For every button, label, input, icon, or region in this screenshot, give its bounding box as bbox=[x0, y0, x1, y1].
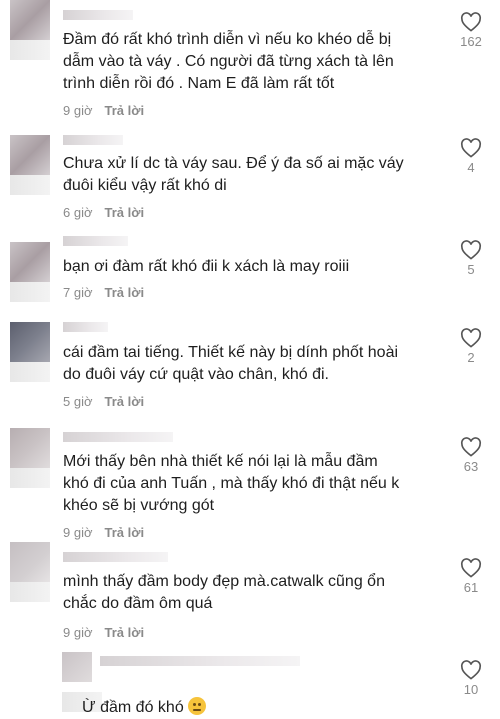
heart-icon bbox=[460, 240, 482, 260]
like-count: 63 bbox=[463, 459, 479, 474]
comment-text: Mới thấy bên nhà thiết kế nói lại là mẫu… bbox=[63, 453, 400, 514]
username-blurred[interactable] bbox=[63, 236, 128, 246]
comment-meta: 9 giờ Trả lời bbox=[63, 525, 144, 540]
like-button[interactable]: 2 bbox=[456, 328, 486, 365]
username-blurred[interactable] bbox=[63, 432, 173, 442]
username-blurred[interactable] bbox=[63, 10, 133, 20]
comment-meta: 9 giờ Trả lời bbox=[63, 625, 144, 640]
username-blurred[interactable] bbox=[63, 322, 108, 332]
comment-text: cái đầm tai tiếng. Thiết kế này bị dính … bbox=[63, 344, 399, 383]
reply-button[interactable]: Trả lời bbox=[105, 103, 145, 118]
comment-text: mình thấy đầm body đẹp mà.catwalk cũng ổ… bbox=[63, 573, 385, 612]
reply-button[interactable]: Trả lời bbox=[105, 285, 145, 300]
like-count: 5 bbox=[467, 262, 475, 277]
heart-icon bbox=[460, 328, 482, 348]
comment-meta: 9 giờ Trả lời bbox=[63, 103, 144, 118]
username-blurred[interactable] bbox=[63, 552, 168, 562]
heart-icon bbox=[460, 437, 482, 457]
heart-icon bbox=[460, 12, 482, 32]
like-button[interactable]: 4 bbox=[456, 138, 486, 175]
reply-button[interactable]: Trả lời bbox=[105, 205, 145, 220]
comment-text: bạn ơi đàm rất khó đii k xách là may roi… bbox=[63, 258, 350, 275]
reply-button[interactable]: Trả lời bbox=[105, 625, 145, 640]
reply-text: Ừ đầm đó khó bbox=[82, 699, 184, 716]
avatar[interactable] bbox=[10, 242, 50, 302]
comment-text: Chưa xử lí dc tà váy sau. Để ý đa số ai … bbox=[63, 155, 404, 194]
like-count: 4 bbox=[467, 160, 475, 175]
like-button[interactable]: 63 bbox=[456, 437, 486, 474]
comment-time: 9 giờ bbox=[63, 625, 93, 640]
comment-meta: 7 giờ Trả lời bbox=[63, 285, 144, 300]
username-blurred[interactable] bbox=[63, 135, 123, 145]
heart-icon bbox=[460, 660, 482, 680]
reply-button[interactable]: Trả lời bbox=[105, 394, 145, 409]
heart-icon bbox=[460, 558, 482, 578]
avatar[interactable] bbox=[10, 428, 50, 488]
like-count: 10 bbox=[463, 682, 479, 697]
avatar[interactable] bbox=[10, 322, 50, 382]
avatar[interactable] bbox=[10, 542, 50, 602]
reply-button[interactable]: Trả lời bbox=[105, 525, 145, 540]
avatar[interactable] bbox=[10, 0, 50, 60]
like-count: 2 bbox=[467, 350, 475, 365]
comment-time: 6 giờ bbox=[63, 205, 93, 220]
username-blurred[interactable] bbox=[100, 656, 300, 666]
heart-icon bbox=[460, 138, 482, 158]
like-button[interactable]: 61 bbox=[456, 558, 486, 595]
comment-time: 7 giờ bbox=[63, 285, 93, 300]
like-button[interactable]: 5 bbox=[456, 240, 486, 277]
comment-meta: 5 giờ Trả lời bbox=[63, 394, 144, 409]
avatar[interactable] bbox=[10, 135, 50, 195]
comment-meta: 6 giờ Trả lời bbox=[63, 205, 144, 220]
comment-time: 9 giờ bbox=[63, 525, 93, 540]
like-count: 61 bbox=[463, 580, 479, 595]
comment-time: 9 giờ bbox=[63, 103, 93, 118]
like-button[interactable]: 10 bbox=[456, 660, 486, 697]
comment-time: 5 giờ bbox=[63, 394, 93, 409]
reply-comment-text: Ừ đầm đó khó bbox=[82, 675, 452, 719]
like-count: 162 bbox=[460, 34, 482, 49]
like-button[interactable]: 162 bbox=[456, 12, 486, 49]
comment-text: Đầm đó rất khó trình diễn vì nếu ko khéo… bbox=[63, 31, 394, 92]
